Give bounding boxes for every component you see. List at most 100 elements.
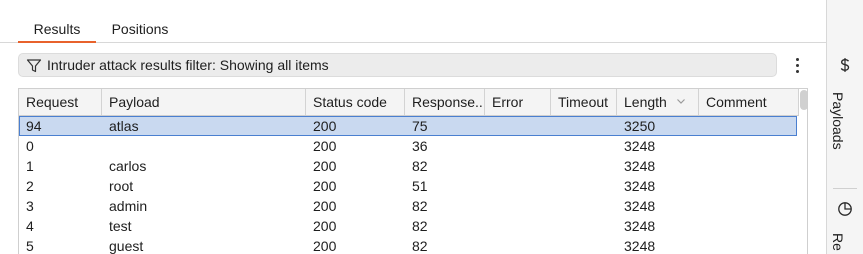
cell-error <box>485 156 551 176</box>
cell-payload: carlos <box>109 158 147 174</box>
cell-response: 82 <box>412 218 428 234</box>
cell-payload: root <box>109 178 134 194</box>
cell-length: 3248 <box>624 218 656 234</box>
table-row[interactable]: 94 atlas 200 75 3250 <box>19 116 797 136</box>
cell-request: 3 <box>26 198 34 214</box>
vertical-scrollbar[interactable] <box>800 90 807 110</box>
cell-request: 1 <box>26 158 34 174</box>
cell-payload: guest <box>109 238 144 254</box>
cell-request: 0 <box>26 138 34 154</box>
cell-payload: test <box>109 218 132 234</box>
cell-length: 3248 <box>624 198 656 214</box>
filter-text: Intruder attack results filter: Showing … <box>47 57 329 73</box>
column-header-label: Length <box>624 94 667 110</box>
column-header-label: Response... <box>412 94 485 110</box>
cell-response: 82 <box>412 238 428 254</box>
column-header-label: Timeout <box>558 94 609 110</box>
column-header-label: Status code <box>313 94 387 110</box>
cell-error <box>485 196 551 216</box>
column-header-label: Payload <box>109 94 160 110</box>
cell-response: 36 <box>412 138 428 154</box>
column-header-request[interactable]: Request <box>19 89 102 115</box>
active-tab-indicator <box>18 41 96 43</box>
cell-length: 3248 <box>624 178 656 194</box>
cell-comment <box>699 176 797 196</box>
sort-descending-icon <box>676 99 685 105</box>
cell-length: 3248 <box>624 238 656 254</box>
side-tab-label: Payloads <box>830 92 846 150</box>
cell-request: 4 <box>26 218 34 234</box>
side-tab-label: Re <box>830 233 846 251</box>
cell-status-code: 200 <box>313 118 337 134</box>
side-tab-payloads[interactable]: Payloads <box>827 0 863 188</box>
table-row[interactable]: 4 test 200 82 3248 <box>19 216 797 236</box>
cell-error <box>485 216 551 236</box>
side-panel: Payloads Re <box>826 0 863 254</box>
cell-comment <box>699 196 797 216</box>
cell-length: 3248 <box>624 158 656 174</box>
cell-timeout <box>551 196 617 216</box>
tab-positions-label: Positions <box>111 21 169 37</box>
table-row[interactable]: 3 admin 200 82 3248 <box>19 196 797 216</box>
cell-status-code: 200 <box>313 218 337 234</box>
cell-error <box>485 136 551 156</box>
filter-icon <box>26 59 42 73</box>
column-header-status-code[interactable]: Status code <box>306 89 405 115</box>
pie-chart-icon <box>838 202 852 216</box>
column-header-length[interactable]: Length <box>617 89 699 115</box>
cell-error <box>485 116 551 136</box>
cell-timeout <box>551 136 617 156</box>
cell-error <box>485 176 551 196</box>
column-header-label: Error <box>492 94 524 110</box>
table-row[interactable]: 0 200 36 3248 <box>19 136 797 156</box>
tab-results[interactable]: Results <box>18 0 96 43</box>
cell-status-code: 200 <box>313 138 337 154</box>
column-header-label: Request <box>26 94 79 110</box>
column-header-comment[interactable]: Comment <box>699 89 799 115</box>
cell-request: 5 <box>26 238 34 254</box>
cell-status-code: 200 <box>313 178 337 194</box>
cell-timeout <box>551 216 617 236</box>
column-header-error[interactable]: Error <box>485 89 551 115</box>
cell-status-code: 200 <box>313 158 337 174</box>
results-filter-bar[interactable]: Intruder attack results filter: Showing … <box>18 53 777 77</box>
cell-request: 2 <box>26 178 34 194</box>
side-tab-resource-pool[interactable]: Re <box>827 189 863 254</box>
kebab-menu-icon[interactable] <box>787 55 807 75</box>
results-table: Request Payload Status code Response... … <box>18 88 808 254</box>
cell-comment <box>699 136 797 156</box>
cell-length: 3248 <box>624 138 656 154</box>
cell-timeout <box>551 236 617 254</box>
cell-payload <box>102 136 306 156</box>
table-header: Request Payload Status code Response... … <box>19 89 799 116</box>
cell-comment <box>699 116 797 136</box>
tab-bar: Results Positions <box>0 0 826 43</box>
cell-payload: admin <box>109 198 148 214</box>
cell-request: 94 <box>26 118 42 134</box>
column-header-payload[interactable]: Payload <box>102 89 306 115</box>
cell-comment <box>699 216 797 236</box>
cell-comment <box>699 156 797 176</box>
cell-timeout <box>551 176 617 196</box>
dollar-sign-icon <box>840 58 850 72</box>
cell-comment <box>699 236 797 254</box>
table-row[interactable]: 2 root 200 51 3248 <box>19 176 797 196</box>
cell-payload: atlas <box>109 118 139 134</box>
results-view: Results Positions Intruder attack result… <box>0 0 826 254</box>
column-header-label: Comment <box>706 94 767 110</box>
cell-response: 75 <box>412 118 428 134</box>
cell-status-code: 200 <box>313 198 337 214</box>
column-header-timeout[interactable]: Timeout <box>551 89 617 115</box>
cell-error <box>485 236 551 254</box>
cell-response: 51 <box>412 178 428 194</box>
cell-response: 82 <box>412 198 428 214</box>
table-row[interactable]: 5 guest 200 82 3248 <box>19 236 797 254</box>
cell-timeout <box>551 156 617 176</box>
cell-length: 3250 <box>624 118 656 134</box>
column-header-response[interactable]: Response... <box>405 89 485 115</box>
tab-results-label: Results <box>33 21 81 37</box>
table-row[interactable]: 1 carlos 200 82 3248 <box>19 156 797 176</box>
cell-status-code: 200 <box>313 238 337 254</box>
cell-timeout <box>551 116 617 136</box>
tab-positions[interactable]: Positions <box>100 0 180 42</box>
